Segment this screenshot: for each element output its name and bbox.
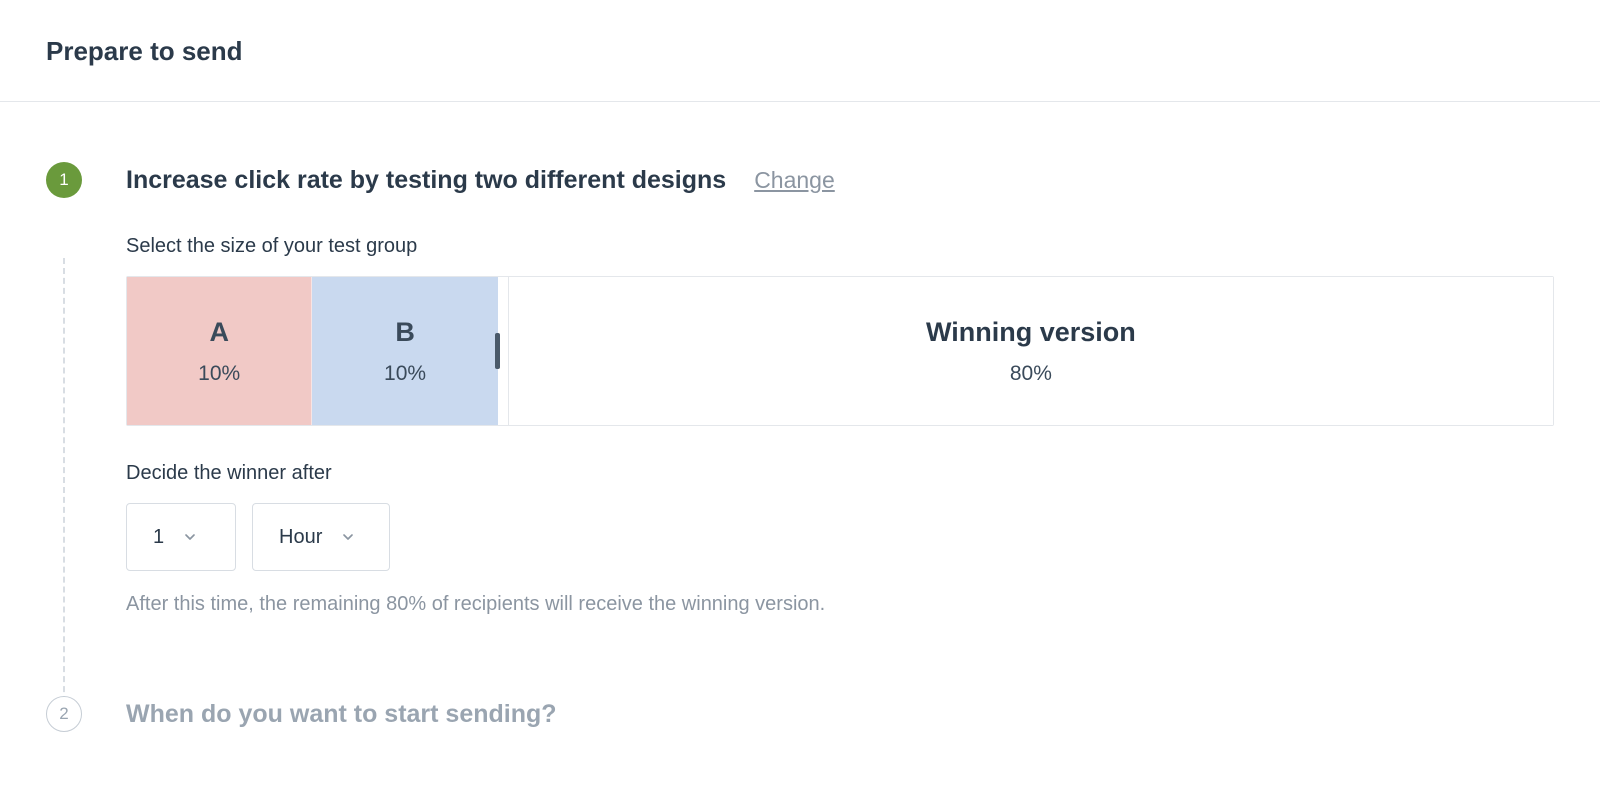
segment-winning-title: Winning version — [926, 317, 1136, 348]
step-connector-line — [63, 258, 65, 712]
winner-timing-helper: After this time, the remaining 80% of re… — [126, 593, 1554, 616]
segment-b-percent: 10% — [384, 362, 426, 386]
segment-winning: Winning version 80% — [508, 277, 1553, 425]
segment-a: A 10% — [127, 277, 312, 425]
winner-unit-select[interactable]: Hour — [252, 503, 390, 571]
chevron-down-icon — [340, 529, 356, 545]
segment-winning-percent: 80% — [1010, 362, 1052, 386]
step-2: 2 When do you want to start sending? — [46, 616, 1554, 772]
winner-unit-value: Hour — [279, 526, 322, 549]
step-2-title: When do you want to start sending? — [126, 700, 1554, 729]
segment-b-letter: B — [395, 317, 415, 348]
drag-handle-icon — [495, 333, 500, 369]
chevron-down-icon — [182, 529, 198, 545]
winner-timing-label: Decide the winner after — [126, 462, 1554, 485]
segment-b: B 10% — [312, 277, 497, 425]
step-1-number: 1 — [59, 170, 68, 190]
test-group-label: Select the size of your test group — [126, 235, 1554, 258]
step-2-badge: 2 — [46, 696, 82, 732]
segment-a-percent: 10% — [198, 362, 240, 386]
step-1-title: Increase click rate by testing two diffe… — [126, 166, 726, 195]
segment-a-letter: A — [209, 317, 229, 348]
content-area: 1 Increase click rate by testing two dif… — [0, 102, 1600, 772]
step-marker-column: 2 — [46, 696, 126, 732]
step-1-header-row: Increase click rate by testing two diffe… — [126, 166, 1554, 195]
test-group-split-bar: A 10% B 10% Winning version 80% — [126, 276, 1554, 426]
winner-timing-selects: 1 Hour — [126, 503, 1554, 571]
step-2-body: When do you want to start sending? — [126, 696, 1554, 732]
change-link[interactable]: Change — [754, 167, 835, 194]
step-1-badge: 1 — [46, 162, 82, 198]
step-1-body: Increase click rate by testing two diffe… — [126, 162, 1554, 616]
step-1: 1 Increase click rate by testing two dif… — [46, 102, 1554, 616]
winner-count-select[interactable]: 1 — [126, 503, 236, 571]
page-title: Prepare to send — [46, 36, 1554, 67]
step-marker-column: 1 — [46, 162, 126, 616]
step-2-number: 2 — [59, 704, 68, 724]
split-drag-handle[interactable] — [493, 331, 503, 371]
winner-count-value: 1 — [153, 526, 164, 549]
page-header: Prepare to send — [0, 0, 1600, 102]
